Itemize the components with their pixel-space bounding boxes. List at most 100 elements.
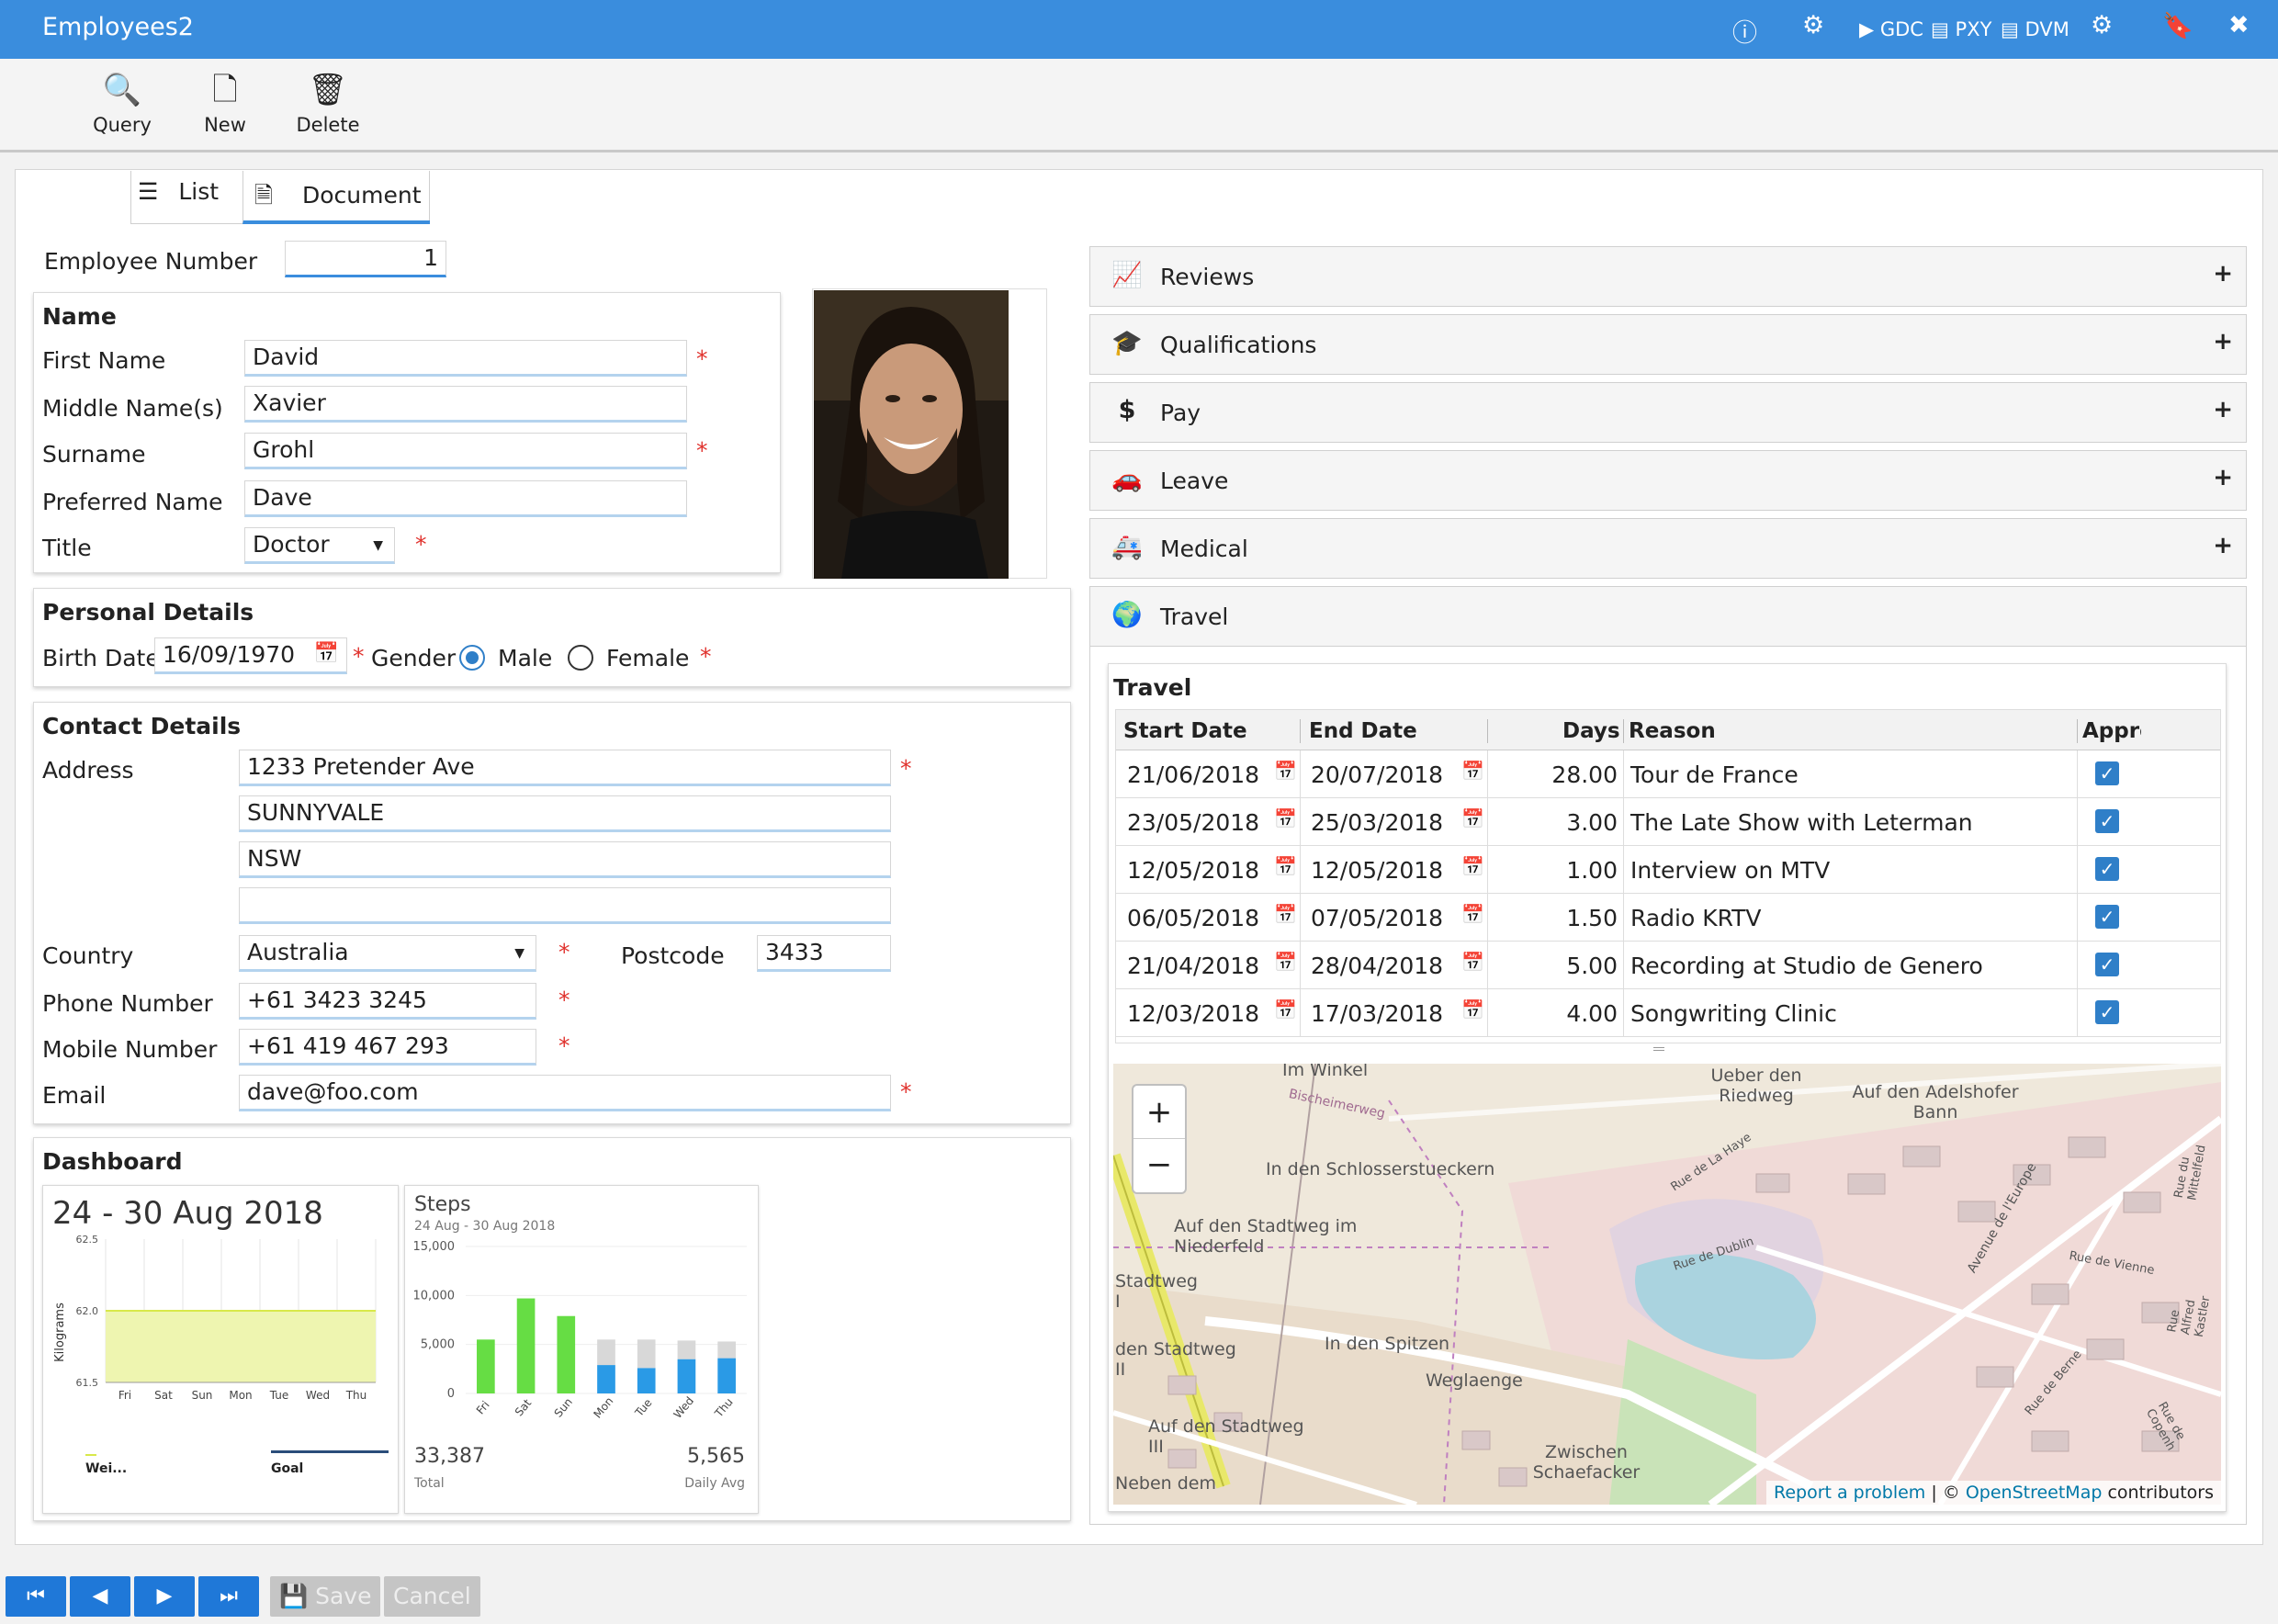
resize-handle[interactable] [1653, 1047, 1664, 1051]
accordion-leave[interactable]: 🚗 Leave + [1089, 450, 2247, 511]
table-row[interactable]: 21/04/2018 28/04/2018 5.00 Recording at Stu… [1116, 942, 2220, 989]
days-cell[interactable]: 4.00 [1493, 1000, 1618, 1027]
start-date-cell[interactable]: 23/05/2018 [1127, 809, 1265, 836]
reason-cell[interactable]: Songwriting Clinic [1630, 1000, 2071, 1027]
reason-cell[interactable]: Radio KRTV [1630, 905, 2071, 931]
reason-cell[interactable]: Tour de France [1630, 761, 2071, 788]
last-record-button[interactable]: ⏭ [198, 1576, 259, 1617]
table-row[interactable]: 12/05/2018 12/05/2018 1.00 Interview on MTV… [1116, 846, 2220, 894]
osm-link[interactable]: OpenStreetMap [1966, 1483, 2103, 1503]
email-input[interactable]: dave@foo.com [239, 1075, 891, 1111]
info-icon[interactable]: ⓘ [1732, 13, 1757, 49]
calendar-icon[interactable]: 📅 [1274, 855, 1297, 877]
previous-record-button[interactable]: ◀ [70, 1576, 130, 1617]
address-line1-input[interactable]: 1233 Pretender Ave [239, 750, 891, 786]
plus-icon[interactable]: + [2213, 532, 2233, 559]
days-cell[interactable]: 3.00 [1493, 809, 1618, 836]
days-cell[interactable]: 28.00 [1493, 761, 1618, 788]
start-date-cell[interactable]: 12/03/2018 [1127, 1000, 1265, 1027]
middle-name-input[interactable]: Xavier [244, 386, 687, 423]
delete-button[interactable]: 🗑 Delete [277, 72, 378, 136]
plus-icon[interactable]: + [2213, 328, 2233, 355]
reason-cell[interactable]: Interview on MTV [1630, 857, 2071, 884]
col-start-date[interactable]: Start Date [1123, 719, 1247, 743]
pxy-button[interactable]: ▤ PXY [1931, 15, 1991, 41]
calendar-icon[interactable]: 📅 [1461, 951, 1484, 973]
accordion-pay[interactable]: $ Pay + [1089, 382, 2247, 443]
calendar-icon[interactable]: 📅 [1274, 998, 1297, 1021]
plus-icon[interactable]: + [2213, 464, 2233, 491]
end-date-cell[interactable]: 17/03/2018 [1311, 1000, 1449, 1027]
birth-date-input[interactable]: 16/09/1970 📅 [154, 637, 347, 674]
tab-list[interactable]: ☰ List [138, 178, 219, 205]
calendar-icon[interactable]: 📅 [1461, 998, 1484, 1021]
surname-input[interactable]: Grohl [244, 433, 687, 469]
mobile-input[interactable]: +61 419 467 293 [239, 1029, 536, 1066]
first-record-button[interactable]: ⏮ [6, 1576, 66, 1617]
title-select[interactable]: Doctor ▼ [244, 527, 395, 564]
gender-female-radio[interactable] [568, 645, 593, 671]
table-row[interactable]: 12/03/2018 17/03/2018 4.00 Songwriting Clin… [1116, 989, 2220, 1037]
employee-number-input[interactable]: 1 [285, 241, 446, 277]
gdc-button[interactable]: ▶ GDC [1859, 15, 1923, 41]
days-cell[interactable]: 5.00 [1493, 953, 1618, 979]
approved-checkbox[interactable]: ✓ [2095, 761, 2119, 785]
start-date-cell[interactable]: 12/05/2018 [1127, 857, 1265, 884]
dvm-button[interactable]: ▤ DVM [2001, 15, 2069, 41]
accordion-travel[interactable]: 🌍 Travel [1089, 586, 2247, 647]
accordion-medical[interactable]: 🚑 Medical + [1089, 518, 2247, 579]
new-button[interactable]: 🗋 New [175, 72, 276, 136]
cancel-button[interactable]: Cancel [384, 1576, 480, 1617]
col-end-date[interactable]: End Date [1309, 719, 1417, 743]
bookmark-icon[interactable]: 🔖 [2162, 11, 2193, 40]
calendar-icon[interactable]: 📅 [1274, 903, 1297, 925]
col-approved[interactable]: Appro [2082, 719, 2141, 743]
plus-icon[interactable]: + [2213, 396, 2233, 423]
chip-icon[interactable]: ⚙ [1802, 11, 1824, 39]
end-date-cell[interactable]: 12/05/2018 [1311, 857, 1449, 884]
preferred-name-input[interactable]: Dave [244, 480, 687, 517]
approved-checkbox[interactable]: ✓ [2095, 905, 2119, 929]
map[interactable]: Im Winkel Ueber den Riedweg Auf den Adel… [1113, 1064, 2221, 1505]
zoom-out-button[interactable]: − [1133, 1139, 1185, 1192]
calendar-icon[interactable]: 📅 [1274, 951, 1297, 973]
calendar-icon[interactable]: 📅 [1274, 807, 1297, 829]
next-record-button[interactable]: ▶ [134, 1576, 195, 1617]
days-cell[interactable]: 1.50 [1493, 905, 1618, 931]
table-row[interactable]: 21/06/2018 20/07/2018 28.00 Tour de France 📅… [1116, 750, 2220, 798]
end-date-cell[interactable]: 07/05/2018 [1311, 905, 1449, 931]
approved-checkbox[interactable]: ✓ [2095, 809, 2119, 833]
reason-cell[interactable]: The Late Show with Leterman [1630, 809, 2071, 836]
approved-checkbox[interactable]: ✓ [2095, 953, 2119, 976]
address-line3-input[interactable]: NSW [239, 841, 891, 878]
approved-checkbox[interactable]: ✓ [2095, 1000, 2119, 1024]
address-line4-input[interactable] [239, 887, 891, 924]
col-reason[interactable]: Reason [1629, 719, 1716, 743]
gender-male-radio[interactable] [459, 645, 485, 671]
col-days[interactable]: Days [1562, 719, 1620, 743]
calendar-icon[interactable]: 📅 [1274, 760, 1297, 782]
calendar-icon[interactable]: 📅 [314, 638, 339, 670]
zoom-in-button[interactable]: + [1133, 1086, 1185, 1139]
calendar-icon[interactable]: 📅 [1461, 855, 1484, 877]
plus-icon[interactable]: + [2213, 260, 2233, 288]
end-date-cell[interactable]: 20/07/2018 [1311, 761, 1449, 788]
calendar-icon[interactable]: 📅 [1461, 760, 1484, 782]
table-row[interactable]: 23/05/2018 25/03/2018 3.00 The Late Show wi… [1116, 798, 2220, 846]
end-date-cell[interactable]: 28/04/2018 [1311, 953, 1449, 979]
country-select[interactable]: Australia ▼ [239, 935, 536, 972]
close-icon[interactable]: ✖ [2228, 11, 2250, 39]
end-date-cell[interactable]: 25/03/2018 [1311, 809, 1449, 836]
postcode-input[interactable]: 3433 [757, 935, 891, 972]
gear-icon[interactable]: ⚙ [2091, 11, 2113, 39]
accordion-qualifications[interactable]: 🎓 Qualifications + [1089, 314, 2247, 375]
reason-cell[interactable]: Recording at Studio de Genero [1630, 953, 2071, 979]
start-date-cell[interactable]: 06/05/2018 [1127, 905, 1265, 931]
save-button[interactable]: 💾 Save [270, 1576, 381, 1617]
query-button[interactable]: 🔍 Query [72, 72, 173, 136]
first-name-input[interactable]: David [244, 340, 687, 377]
days-cell[interactable]: 1.00 [1493, 857, 1618, 884]
report-problem-link[interactable]: Report a problem [1774, 1483, 1925, 1503]
phone-input[interactable]: +61 3423 3245 [239, 983, 536, 1020]
calendar-icon[interactable]: 📅 [1461, 807, 1484, 829]
